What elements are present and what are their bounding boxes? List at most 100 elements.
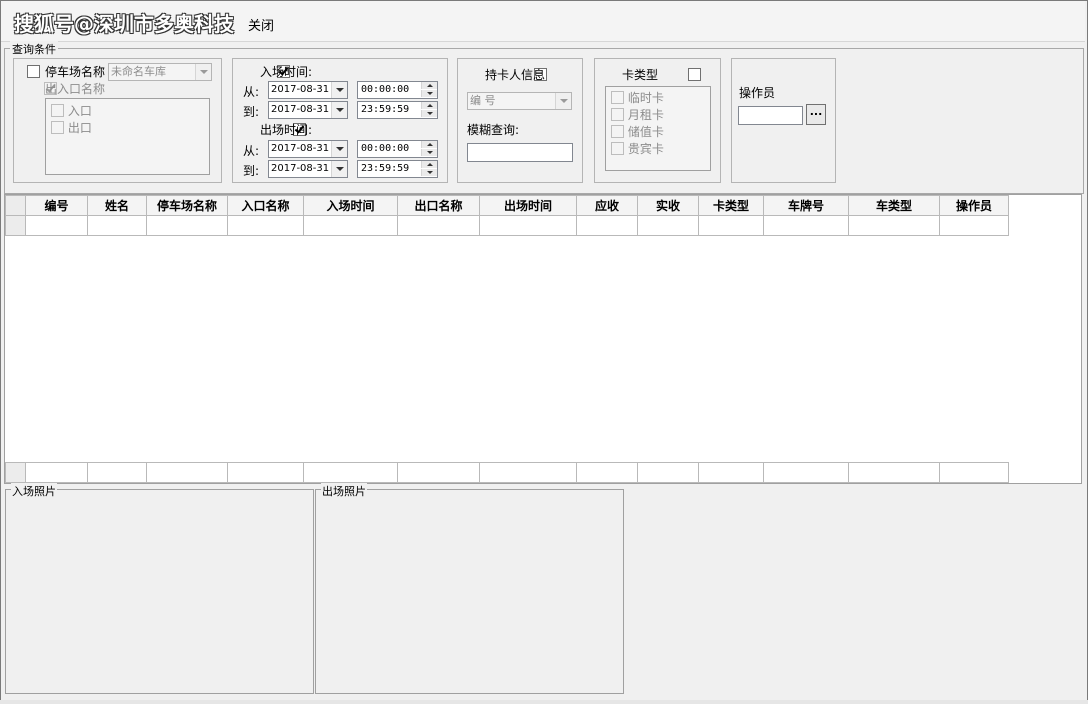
card-type-list[interactable]: 临时卡 月租卡 储值卡 贵宾卡 [605, 86, 711, 171]
spin-up-icon[interactable] [421, 161, 437, 168]
row-header[interactable] [5, 215, 26, 236]
table-cell[interactable] [303, 215, 398, 236]
column-header[interactable]: 停车场名称 [146, 195, 228, 216]
chevron-down-icon[interactable] [195, 64, 211, 80]
table-cell[interactable] [227, 215, 304, 236]
gate-exit-checkbox[interactable] [51, 121, 64, 134]
records-grid[interactable]: 编号 姓名 停车场名称 入口名称 入场时间 出口名称 出场时间 应收 实收 卡类… [4, 194, 1082, 484]
table-cell[interactable] [848, 215, 940, 236]
status-bar [0, 700, 1088, 704]
chevron-down-icon[interactable] [331, 161, 347, 177]
card-type-label: 卡类型 [622, 68, 659, 82]
summary-cell [25, 462, 88, 483]
summary-cell [763, 462, 849, 483]
column-header[interactable]: 入场时间 [303, 195, 398, 216]
query-conditions-legend: 查询条件 [10, 41, 58, 57]
spin-up-icon[interactable] [421, 102, 437, 109]
column-header[interactable]: 操作员 [939, 195, 1009, 216]
entry-from-label: 从: [243, 85, 260, 99]
gate-item-exit[interactable]: 出口 [51, 119, 92, 136]
table-cell[interactable] [698, 215, 764, 236]
exit-to-date[interactable]: 2017-08-31 [268, 160, 348, 178]
column-header[interactable]: 车牌号 [763, 195, 849, 216]
row-header-corner [5, 195, 26, 216]
exit-to-time-value: 23:59:59 [361, 163, 410, 174]
gate-item-entry[interactable]: 入口 [51, 102, 92, 119]
card-type-item[interactable]: 临时卡 [611, 89, 664, 106]
column-header[interactable]: 应收 [576, 195, 638, 216]
card-type-checkbox[interactable] [688, 68, 702, 81]
card-type-temp-checkbox[interactable] [611, 91, 624, 104]
operator-browse-button[interactable]: ... [806, 104, 826, 125]
table-cell[interactable] [763, 215, 849, 236]
entry-to-date[interactable]: 2017-08-31 [268, 101, 348, 119]
card-type-vip-checkbox[interactable] [611, 142, 624, 155]
column-header[interactable]: 编号 [25, 195, 88, 216]
table-cell[interactable] [637, 215, 699, 236]
column-header[interactable]: 出口名称 [397, 195, 480, 216]
operator-input[interactable] [738, 106, 803, 125]
card-type-item[interactable]: 贵宾卡 [611, 140, 664, 157]
table-row[interactable] [5, 215, 1009, 236]
entry-from-time[interactable]: 00:00:00 [357, 81, 438, 99]
spin-down-icon[interactable] [421, 110, 437, 117]
entry-to-label: 到: [243, 105, 260, 119]
table-cell[interactable] [479, 215, 577, 236]
column-header[interactable]: 实收 [637, 195, 699, 216]
column-header[interactable]: 姓名 [87, 195, 147, 216]
card-type-stored-checkbox[interactable] [611, 125, 624, 138]
summary-cell [146, 462, 228, 483]
table-cell[interactable] [576, 215, 638, 236]
card-type-temp-label: 临时卡 [627, 91, 664, 105]
chevron-down-icon[interactable] [331, 141, 347, 157]
table-cell[interactable] [87, 215, 147, 236]
column-header[interactable]: 卡类型 [698, 195, 764, 216]
entry-to-time[interactable]: 23:59:59 [357, 101, 438, 119]
parking-name-checkbox[interactable] [27, 65, 40, 78]
cardholder-field-select[interactable]: 编 号 [467, 92, 572, 110]
summary-cell [303, 462, 398, 483]
gate-entry-checkbox[interactable] [51, 104, 64, 117]
spin-down-icon[interactable] [421, 169, 437, 176]
table-cell[interactable] [146, 215, 228, 236]
parking-name-select[interactable]: 未命名车库 [108, 63, 212, 81]
exit-from-time-value: 00:00:00 [361, 143, 410, 154]
exit-photo-label: 出场照片 [321, 483, 367, 499]
spin-down-icon[interactable] [421, 90, 437, 97]
exit-photo-panel [315, 489, 624, 694]
table-cell[interactable] [25, 215, 88, 236]
entry-from-time-value: 00:00:00 [361, 84, 410, 95]
entry-from-date[interactable]: 2017-08-31 [268, 81, 348, 99]
column-header[interactable]: 车类型 [848, 195, 940, 216]
fuzzy-query-input[interactable] [467, 143, 573, 162]
card-type-monthly-checkbox[interactable] [611, 108, 624, 121]
card-type-item[interactable]: 储值卡 [611, 123, 664, 140]
chevron-down-icon[interactable] [331, 82, 347, 98]
exit-from-date[interactable]: 2017-08-31 [268, 140, 348, 158]
table-cell[interactable] [397, 215, 480, 236]
summary-cell [848, 462, 940, 483]
chevron-down-icon[interactable] [331, 102, 347, 118]
exit-to-time[interactable]: 23:59:59 [357, 160, 438, 178]
spin-up-icon[interactable] [421, 141, 437, 148]
column-header[interactable]: 入口名称 [227, 195, 304, 216]
spin-down-icon[interactable] [421, 149, 437, 156]
entry-photo-label: 入场照片 [11, 483, 57, 499]
fuzzy-query-label: 模糊查询: [467, 123, 520, 137]
card-type-item[interactable]: 月租卡 [611, 106, 664, 123]
grid-header-table: 编号 姓名 停车场名称 入口名称 入场时间 出口名称 出场时间 应收 实收 卡类… [5, 195, 1009, 236]
chevron-down-icon[interactable] [555, 93, 571, 109]
close-button[interactable]: 关闭 [248, 15, 274, 34]
column-header[interactable]: 出场时间 [479, 195, 577, 216]
spin-up-icon[interactable] [421, 82, 437, 89]
summary-cell [637, 462, 699, 483]
exit-from-time[interactable]: 00:00:00 [357, 140, 438, 158]
exit-to-label: 到: [243, 164, 260, 178]
grid-header-row: 编号 姓名 停车场名称 入口名称 入场时间 出口名称 出场时间 应收 实收 卡类… [5, 195, 1009, 216]
exit-from-label: 从: [243, 144, 260, 158]
gate-name-label: 出入口名称 [45, 82, 106, 96]
gate-list[interactable]: 入口 出口 [45, 98, 210, 175]
table-cell[interactable] [939, 215, 1009, 236]
summary-cell [87, 462, 147, 483]
summary-cell [576, 462, 638, 483]
